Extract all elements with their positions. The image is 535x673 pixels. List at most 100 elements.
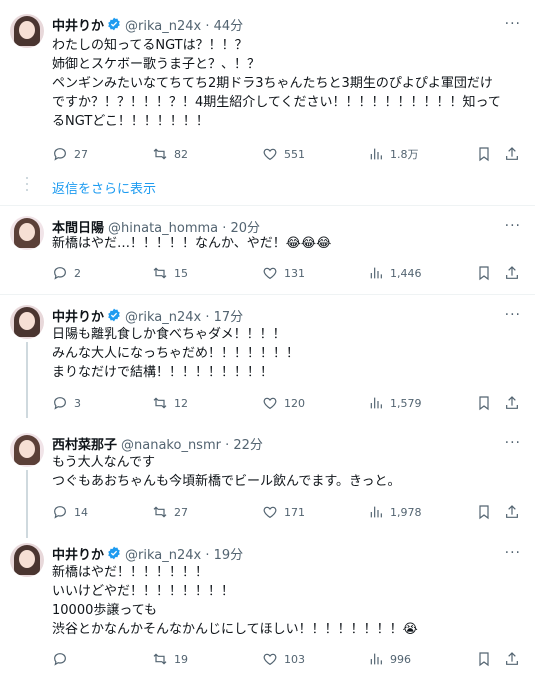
views-button[interactable]: 996 <box>368 649 411 669</box>
retweet-button[interactable]: 12 <box>152 393 188 413</box>
views-chart-icon <box>370 506 382 518</box>
share-icon <box>506 652 518 665</box>
more-options-icon[interactable]: ··· <box>505 16 521 32</box>
tweet-header: 中井りか @rika_n24x · 44分 <box>52 14 243 34</box>
like-button[interactable]: 103 <box>262 649 305 669</box>
more-options-icon[interactable]: ··· <box>505 218 521 234</box>
bookmark-icon <box>479 266 489 281</box>
author-name[interactable]: 本間日陽 <box>52 217 104 236</box>
author-handle[interactable]: @rika_n24x · 19分 <box>125 544 243 563</box>
bookmark-button[interactable] <box>476 144 498 164</box>
reply-button[interactable]: 3 <box>52 393 81 413</box>
author-handle[interactable]: @rika_n24x · 17分 <box>125 306 243 325</box>
views-button[interactable]: 1,579 <box>368 393 422 413</box>
bookmark-button[interactable] <box>476 263 498 283</box>
reply-icon <box>54 267 66 280</box>
retweet-button[interactable]: 15 <box>152 263 188 283</box>
tweet-actions: 3 12 120 1,579 <box>52 393 522 413</box>
share-icon <box>506 147 518 160</box>
like-button[interactable]: 171 <box>262 502 305 522</box>
reply-count: 3 <box>74 396 81 410</box>
views-chart-icon <box>370 148 382 160</box>
more-options-icon[interactable]: ··· <box>505 307 521 323</box>
tweet-1[interactable]: 中井りか @rika_n24x · 44分 ··· わたしの知ってるNGTは？！… <box>0 14 535 170</box>
reply-button[interactable]: 27 <box>52 144 88 164</box>
tweet-text: 日陽も離乳食しか食べちゃダメ！！！！ みんな大人になっちゃだめ！！！！！！！ ま… <box>52 327 300 380</box>
like-button[interactable]: 131 <box>262 263 305 283</box>
views-chart-icon <box>370 653 382 665</box>
views-count: 1,978 <box>390 505 422 519</box>
share-button[interactable] <box>504 144 526 164</box>
heart-icon <box>263 148 277 161</box>
reply-count: 27 <box>74 147 88 161</box>
bookmark-icon <box>479 652 489 667</box>
views-count: 996 <box>390 652 411 666</box>
share-button[interactable] <box>504 502 526 522</box>
avatar[interactable] <box>10 216 44 250</box>
tweet-4[interactable]: 西村菜那子 @nanako_nsmr · 22分 ··· もう大人なんです つぐ… <box>0 433 535 523</box>
avatar[interactable] <box>10 14 44 48</box>
tweet-actions: 27 82 551 1.8万 <box>52 144 522 164</box>
tweet-3[interactable]: 中井りか @rika_n24x · 17分 ··· 日陽も離乳食しか食べちゃダメ… <box>0 305 535 415</box>
like-count: 551 <box>284 147 305 161</box>
author-name[interactable]: 中井りか <box>52 544 104 563</box>
tweet-actions: 2 15 131 1,446 <box>52 263 522 283</box>
bookmark-button[interactable] <box>476 649 498 669</box>
author-handle[interactable]: @nanako_nsmr · 22分 <box>121 434 263 453</box>
author-handle[interactable]: @hinata_homma · 20分 <box>108 217 260 236</box>
tweet-text: 新橋はやだ！！！！！！！ いいけどやだ！！！！！！！！ 10000歩譲っても 渋… <box>52 565 418 637</box>
share-button[interactable] <box>504 263 526 283</box>
views-button[interactable]: 1,446 <box>368 263 422 283</box>
retweet-icon <box>153 267 167 279</box>
tweet-text: もう大人なんです つぐもあおちゃんも今頃新橋でビール飲んでます。きっと。 <box>52 455 401 489</box>
more-options-icon[interactable]: ··· <box>505 545 521 561</box>
heart-icon <box>263 267 277 280</box>
like-count: 171 <box>284 505 305 519</box>
verified-badge-icon <box>108 546 120 560</box>
more-options-icon[interactable]: ··· <box>505 435 521 451</box>
views-button[interactable]: 1.8万 <box>368 144 419 164</box>
tweet-header: 西村菜那子 @nanako_nsmr · 22分 <box>52 433 263 453</box>
retweet-count: 19 <box>174 652 188 666</box>
avatar[interactable] <box>10 305 44 339</box>
author-name[interactable]: 中井りか <box>52 306 104 325</box>
divider <box>0 294 535 295</box>
share-button[interactable] <box>504 393 526 413</box>
views-chart-icon <box>370 397 382 409</box>
tweet-2[interactable]: 本間日陽 @hinata_homma · 20分 ··· 新橋はやだ…！！！！！… <box>0 216 535 286</box>
bookmark-icon <box>479 147 489 162</box>
views-count: 1,446 <box>390 266 422 280</box>
avatar[interactable] <box>10 433 44 467</box>
share-icon <box>506 505 518 518</box>
like-button[interactable]: 551 <box>262 144 305 164</box>
reply-button[interactable]: 2 <box>52 263 81 283</box>
retweet-button[interactable]: 82 <box>152 144 188 164</box>
tweet-header: 中井りか @rika_n24x · 17分 <box>52 305 243 325</box>
views-count: 1.8万 <box>390 148 419 161</box>
author-name[interactable]: 中井りか <box>52 15 104 34</box>
tweet-5[interactable]: 中井りか @rika_n24x · 19分 ··· 新橋はやだ！！！！！！！ い… <box>0 543 535 671</box>
retweet-button[interactable]: 19 <box>152 649 188 669</box>
bookmark-button[interactable] <box>476 393 498 413</box>
bookmark-icon <box>479 505 489 520</box>
reply-icon <box>54 148 66 161</box>
bookmark-button[interactable] <box>476 502 498 522</box>
divider <box>0 205 535 206</box>
retweet-icon <box>153 148 167 160</box>
views-button[interactable]: 1,978 <box>368 502 422 522</box>
verified-badge-icon <box>108 17 120 31</box>
author-handle[interactable]: @rika_n24x · 44分 <box>125 15 243 34</box>
reply-button[interactable] <box>52 649 74 669</box>
reply-count: 14 <box>74 505 88 519</box>
tweet-actions: 19 103 996 <box>52 649 522 669</box>
tweet-text: わたしの知ってるNGTは？！！？ 姉御とスケボー歌うま子と？、！？ ペンギンみた… <box>52 38 501 129</box>
tweet-header: 本間日陽 @hinata_homma · 20分 <box>52 216 260 236</box>
reply-button[interactable]: 14 <box>52 502 88 522</box>
retweet-button[interactable]: 27 <box>152 502 188 522</box>
avatar[interactable] <box>10 543 44 577</box>
like-button[interactable]: 120 <box>262 393 305 413</box>
share-button[interactable] <box>504 649 526 669</box>
show-more-replies-link[interactable]: 返信をさらに表示 <box>52 178 156 197</box>
author-name[interactable]: 西村菜那子 <box>52 434 117 453</box>
retweet-count: 82 <box>174 147 188 161</box>
